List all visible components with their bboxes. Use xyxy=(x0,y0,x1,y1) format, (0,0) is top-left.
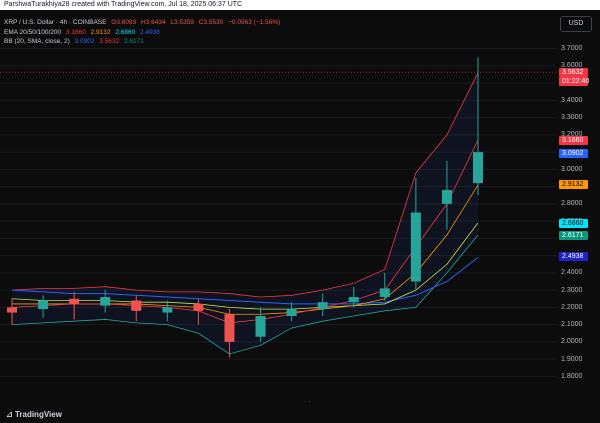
bb-label[interactable]: BB (20, SMA, close, 2) xyxy=(4,38,70,45)
tv-icon: ⊿ xyxy=(6,410,15,419)
change-value: −0.0563 (−1.56%) xyxy=(228,19,281,26)
currency-button[interactable]: USD xyxy=(560,16,592,32)
candle-body xyxy=(473,152,483,184)
price-tick-label: 3.0000 xyxy=(561,165,583,173)
ema50-value: 2.9132 xyxy=(90,28,111,36)
candle-body xyxy=(348,297,359,303)
bb-basis-value: 3.0902 xyxy=(74,38,95,45)
open-value: O3.6093 xyxy=(111,19,137,26)
close-value: C3.5530 xyxy=(198,19,224,26)
candle-body xyxy=(441,190,452,204)
bb-upper-value: 3.5632 xyxy=(99,38,120,45)
candle-body xyxy=(317,302,328,310)
price-tick-label: 1.9000 xyxy=(561,355,583,363)
ema-label[interactable]: EMA 20/50/100/200 xyxy=(4,29,61,36)
price-tag: 3.1660 xyxy=(559,136,588,146)
price-chart[interactable] xyxy=(0,10,600,423)
price-tick-label: 2.8000 xyxy=(561,200,583,208)
high-value: H3.6434 xyxy=(141,19,166,26)
low-value: L3.5359 xyxy=(170,19,194,26)
price-tag: 01:22:40 xyxy=(559,77,589,87)
chart-caption: ParshwaTurakhiya28 created with TradingV… xyxy=(0,0,600,10)
price-tag: 2.6171 xyxy=(559,230,588,240)
candle-body xyxy=(131,300,142,311)
candle-body xyxy=(379,288,390,298)
price-tick-label: 2.0000 xyxy=(561,338,583,346)
price-tick-label: 1.8000 xyxy=(561,372,583,380)
ema200-value: 2.4938 xyxy=(140,28,160,36)
footer: ⊿ TradingView xyxy=(0,402,600,423)
chart-legend: XRP / U.S. Dollar · 4h · COINBASE O3.609… xyxy=(4,18,283,47)
ema20-value: 3.1660 xyxy=(65,28,86,36)
candle-body xyxy=(224,314,235,342)
candle-body xyxy=(100,297,111,306)
candle-body xyxy=(193,303,204,311)
price-tag: 2.4938 xyxy=(559,252,588,262)
price-tick-label: 2.1000 xyxy=(561,321,583,329)
candle-body xyxy=(7,307,17,313)
price-tag: 3.0902 xyxy=(559,149,588,159)
candle-body xyxy=(410,212,421,282)
symbol-label[interactable]: XRP / U.S. Dollar · 4h · COINBASE xyxy=(4,19,106,26)
price-tick-label: 3.7000 xyxy=(561,45,583,53)
bb-lower-value: 2.6171 xyxy=(123,38,144,45)
price-tick-label: 3.3000 xyxy=(561,114,583,122)
brand-label: TradingView xyxy=(14,410,62,419)
ema100-value: 2.6860 xyxy=(115,28,136,36)
price-tick-label: 2.4000 xyxy=(561,269,583,277)
bb-fill xyxy=(12,72,478,354)
price-tick-label: 2.3000 xyxy=(561,286,583,294)
price-tag: 3.5632 xyxy=(559,67,588,77)
chart-pane[interactable]: XRP / U.S. Dollar · 4h · COINBASE O3.609… xyxy=(0,10,600,423)
candle-body xyxy=(286,309,297,316)
price-tick-label: 2.2000 xyxy=(561,303,583,311)
candle-body xyxy=(162,307,173,313)
price-tag: 2.6860 xyxy=(559,219,588,229)
candle-body xyxy=(255,316,266,337)
tradingview-logo[interactable]: ⊿ TradingView xyxy=(6,410,62,419)
price-tag: 2.9132 xyxy=(559,179,588,189)
candle-body xyxy=(38,300,49,310)
candle-body xyxy=(69,298,80,304)
price-tick-label: 3.4000 xyxy=(561,96,583,104)
